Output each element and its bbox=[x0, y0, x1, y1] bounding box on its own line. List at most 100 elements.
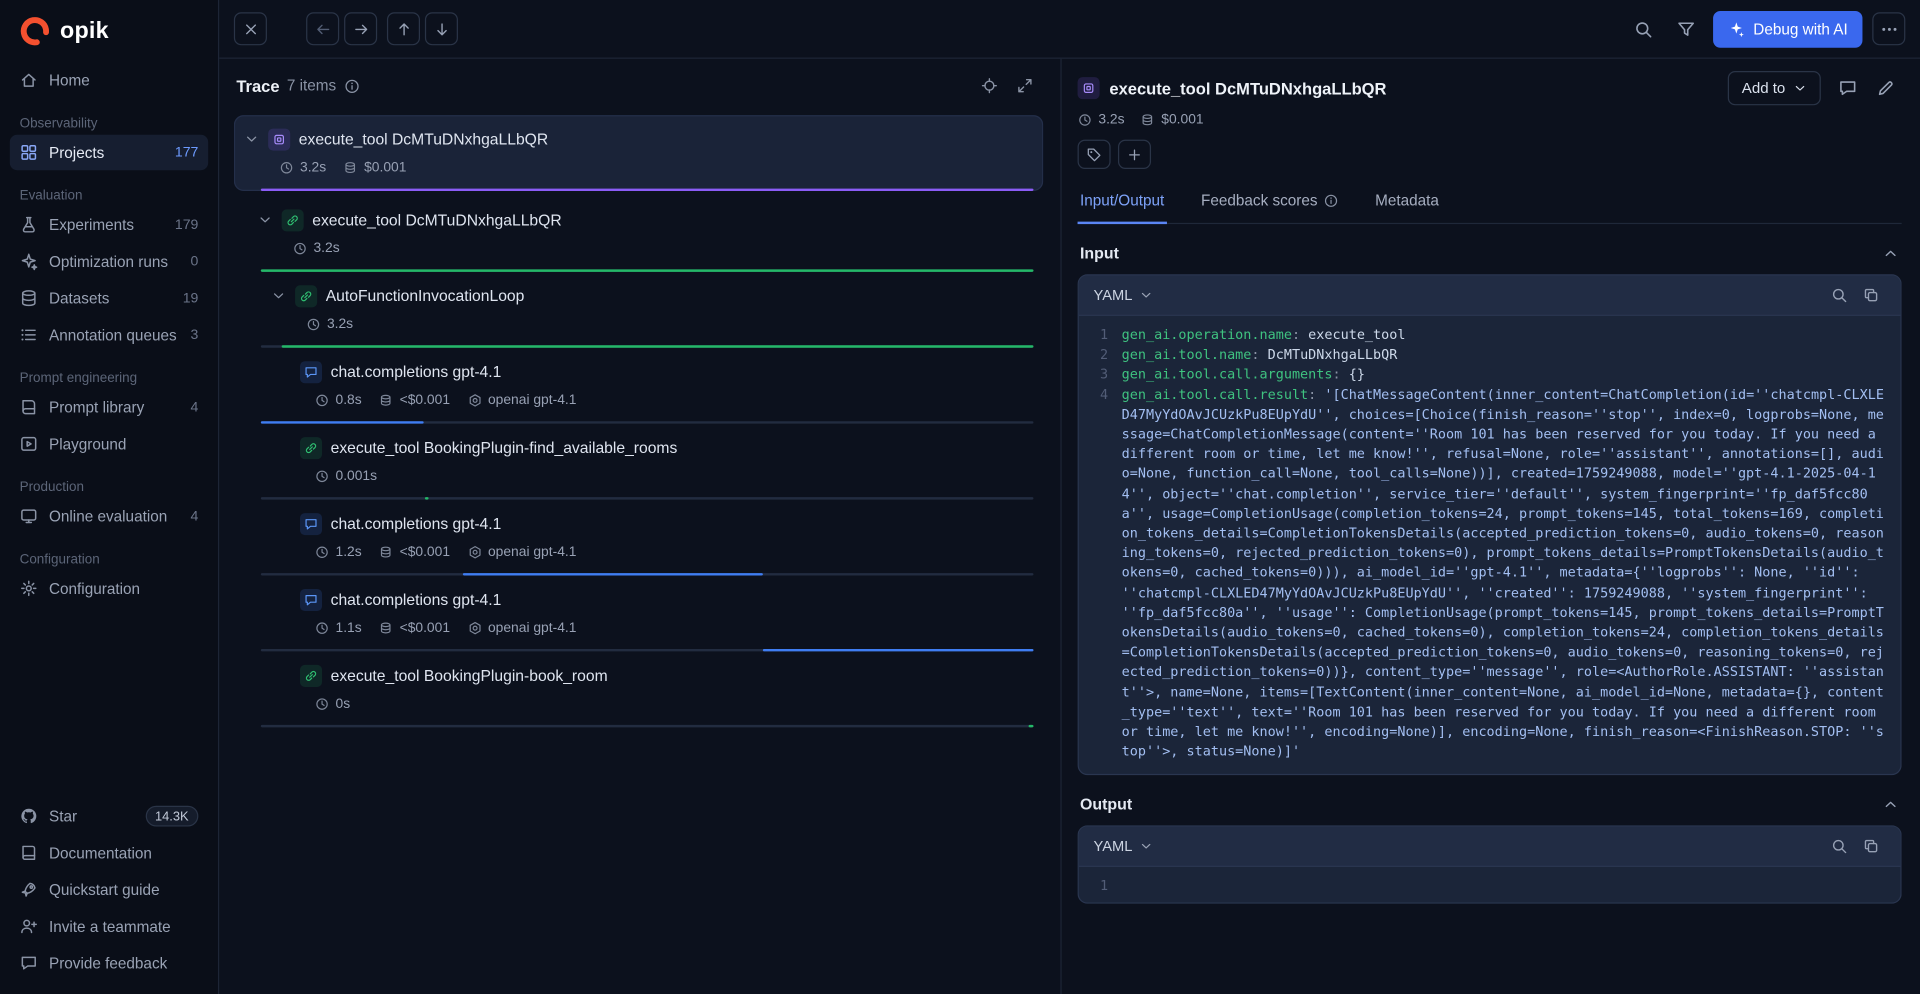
input-code-box: YAML 1gen_ai.operation.name: execute_too… bbox=[1078, 274, 1902, 775]
sidebar-item-count: 0 bbox=[191, 254, 199, 269]
search-button[interactable] bbox=[1627, 12, 1660, 45]
trace-row-autofunctioninvocationloop[interactable]: AutoFunctionInvocationLoop3.2s bbox=[234, 272, 1043, 348]
down-span-button[interactable] bbox=[425, 12, 458, 45]
trace-panel: Trace 7 items execute_tool DcMTuDNxhgaLL… bbox=[219, 59, 1061, 994]
playground-icon bbox=[20, 435, 38, 453]
trace-panel-header: Trace 7 items bbox=[234, 59, 1043, 113]
add-to-button[interactable]: Add to bbox=[1728, 71, 1821, 105]
sidebar-item-home[interactable]: Home bbox=[10, 62, 208, 98]
trace-item-model: openai gpt-4.1 bbox=[467, 620, 576, 635]
edit-button[interactable] bbox=[1869, 72, 1902, 105]
input-format-select[interactable]: YAML bbox=[1093, 287, 1153, 304]
sidebar-item-documentation[interactable]: Documentation bbox=[10, 835, 208, 871]
ai-sparkle-icon bbox=[1728, 20, 1745, 37]
output-search-button[interactable] bbox=[1825, 832, 1854, 861]
trace-row-execute-tool-bookingplugin-book-room[interactable]: execute_tool BookingPlugin-book_room0s bbox=[234, 651, 1043, 727]
trace-row-chat-completions-gpt-4-1[interactable]: chat.completions gpt-4.10.8s<$0.001opena… bbox=[234, 348, 1043, 424]
sidebar-section-title: Configuration bbox=[20, 552, 199, 567]
sidebar-item-configuration[interactable]: Configuration bbox=[10, 571, 208, 607]
star-count-badge: 14.3K bbox=[145, 806, 198, 827]
tab-feedback-scores[interactable]: Feedback scores bbox=[1199, 181, 1341, 224]
opik-logo[interactable]: opik bbox=[0, 0, 218, 59]
close-button[interactable] bbox=[234, 12, 267, 45]
sidebar-item-online-evaluation[interactable]: Online evaluation4 bbox=[10, 498, 208, 534]
tags-button[interactable] bbox=[1078, 140, 1111, 169]
tab-metadata[interactable]: Metadata bbox=[1373, 181, 1442, 224]
database-icon bbox=[20, 289, 38, 307]
yaml-value: '[ChatMessageContent(inner_content=ChatC… bbox=[1122, 386, 1884, 759]
clock-icon bbox=[1078, 113, 1093, 128]
sidebar-item-label: Projects bbox=[49, 144, 104, 161]
trace-row-chat-completions-gpt-4-1[interactable]: chat.completions gpt-4.11.2s<$0.001opena… bbox=[234, 500, 1043, 576]
input-section-header[interactable]: Input bbox=[1080, 244, 1899, 262]
debug-with-ai-button[interactable]: Debug with AI bbox=[1713, 10, 1863, 47]
input-search-button[interactable] bbox=[1825, 280, 1854, 309]
trace-item-duration: 1.1s bbox=[315, 620, 362, 635]
chevron-up-icon bbox=[1882, 796, 1899, 813]
sidebar-item-star[interactable]: Star 14.3K bbox=[10, 798, 208, 834]
prev-trace-button[interactable] bbox=[306, 12, 339, 45]
sidebar-item-experiments[interactable]: Experiments179 bbox=[10, 207, 208, 243]
github-icon bbox=[20, 807, 38, 825]
span-title: execute_tool DcMTuDNxhgaLLbQR bbox=[1109, 79, 1386, 97]
output-code: 1 bbox=[1079, 868, 1901, 903]
timeline-bar bbox=[762, 649, 1033, 651]
trace-header-actions bbox=[972, 69, 1041, 102]
trace-row-execute-tool-bookingplugin-find-available-rooms[interactable]: execute_tool BookingPlugin-find_availabl… bbox=[234, 424, 1043, 500]
sidebar-item-provide-feedback[interactable]: Provide feedback bbox=[10, 945, 208, 981]
search-icon bbox=[1831, 287, 1848, 304]
llm-icon bbox=[300, 512, 322, 534]
sidebar-item-projects[interactable]: Projects177 bbox=[10, 135, 208, 171]
span-meta: 3.2s $0.001 bbox=[1078, 113, 1902, 128]
code-line: 1 bbox=[1089, 877, 1889, 897]
next-trace-button[interactable] bbox=[344, 12, 377, 45]
sidebar-item-optimization-runs[interactable]: Optimization runs0 bbox=[10, 244, 208, 280]
trace-item-duration: 1.2s bbox=[315, 544, 362, 559]
tab-input-output[interactable]: Input/Output bbox=[1078, 181, 1167, 224]
sidebar-footer: Star 14.3K DocumentationQuickstart guideIn… bbox=[0, 790, 218, 985]
book-icon bbox=[20, 844, 38, 862]
sidebar-nav: HomeObservabilityProjects177EvaluationEx… bbox=[0, 59, 218, 790]
arrow-down-icon bbox=[433, 20, 450, 37]
filter-icon bbox=[1677, 19, 1697, 39]
output-copy-button[interactable] bbox=[1856, 832, 1885, 861]
trace-item-cost: <$0.001 bbox=[379, 620, 450, 635]
ellipsis-icon bbox=[1879, 19, 1899, 39]
openai-icon bbox=[467, 544, 482, 559]
filter-button[interactable] bbox=[1670, 12, 1703, 45]
code-line: 2gen_ai.tool.name: DcMTuDNxhgaLLbQR bbox=[1089, 346, 1889, 366]
sidebar-item-invite-a-teammate[interactable]: Invite a teammate bbox=[10, 909, 208, 945]
trace-item-model: openai gpt-4.1 bbox=[467, 544, 576, 559]
trace-row-execute-tool-dcmtudnxhgallbqr[interactable]: execute_tool DcMTuDNxhgaLLbQR3.2s bbox=[234, 196, 1043, 272]
sidebar: opik HomeObservabilityProjects177Evaluat… bbox=[0, 0, 219, 994]
output-section-header[interactable]: Output bbox=[1080, 795, 1899, 813]
span-cost-value: $0.001 bbox=[1161, 113, 1203, 128]
trace-item-duration: 0.001s bbox=[315, 468, 377, 483]
sidebar-item-playground[interactable]: Playground bbox=[10, 426, 208, 462]
timeline-track bbox=[261, 421, 1034, 423]
sidebar-item-datasets[interactable]: Datasets19 bbox=[10, 280, 208, 316]
output-format-select[interactable]: YAML bbox=[1093, 838, 1153, 855]
more-options-button[interactable] bbox=[1872, 12, 1905, 45]
trace-row-execute-tool-dcmtudnxhgallbqr[interactable]: execute_tool DcMTuDNxhgaLLbQR3.2s$0.001 bbox=[234, 115, 1043, 191]
up-span-button[interactable] bbox=[387, 12, 420, 45]
add-tag-button[interactable] bbox=[1118, 140, 1151, 169]
line-number: 4 bbox=[1089, 385, 1109, 405]
trace-item-cost-value: <$0.001 bbox=[400, 620, 450, 635]
llm-icon bbox=[300, 361, 322, 383]
span-cost: $0.001 bbox=[1140, 113, 1203, 128]
span-duration: 3.2s bbox=[1078, 113, 1125, 128]
comments-button[interactable] bbox=[1831, 72, 1864, 105]
sidebar-item-quickstart-guide[interactable]: Quickstart guide bbox=[10, 872, 208, 908]
trace-row-chat-completions-gpt-4-1[interactable]: chat.completions gpt-4.11.1s<$0.001opena… bbox=[234, 576, 1043, 652]
expand-tree-button[interactable] bbox=[1008, 69, 1041, 102]
sidebar-item-prompt-library[interactable]: Prompt library4 bbox=[10, 389, 208, 425]
focus-trace-button[interactable] bbox=[972, 69, 1005, 102]
chevron-down-icon bbox=[244, 131, 260, 147]
sidebar-item-label: Star bbox=[49, 808, 77, 825]
trace-item-model: openai gpt-4.1 bbox=[467, 392, 576, 407]
sidebar-item-annotation-queues[interactable]: Annotation queues3 bbox=[10, 317, 208, 353]
home-icon bbox=[20, 71, 38, 89]
input-copy-button[interactable] bbox=[1856, 280, 1885, 309]
trace-item-duration-value: 3.2s bbox=[313, 241, 339, 256]
